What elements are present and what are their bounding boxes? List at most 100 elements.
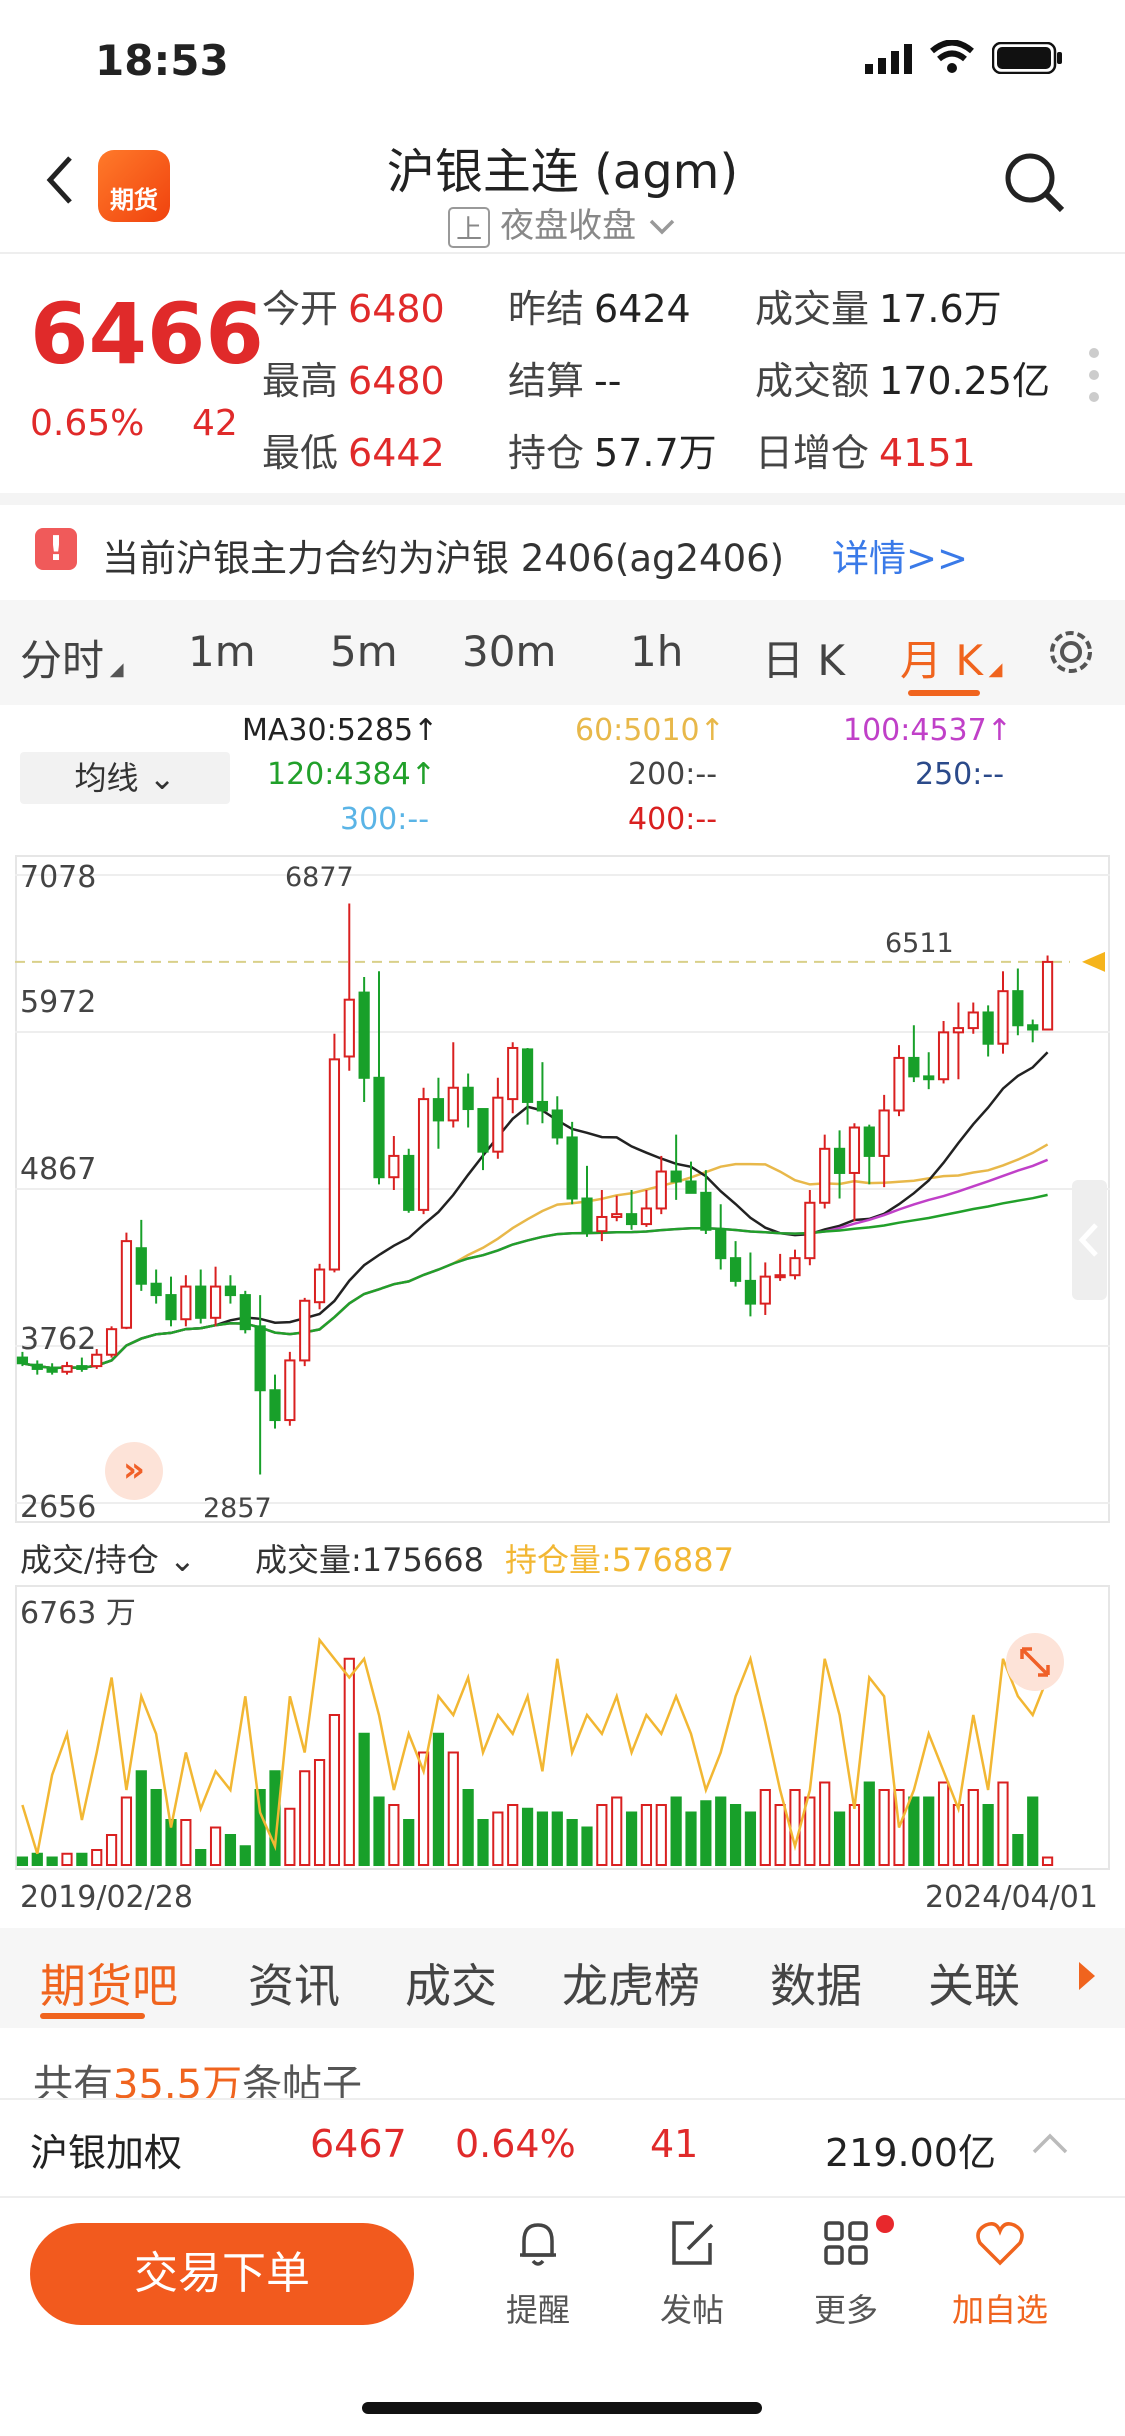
- candle-down: [31, 1363, 43, 1370]
- status-time: 18:53: [95, 36, 229, 85]
- volume-bar-down: [150, 1789, 162, 1866]
- volume-bar-down: [521, 1807, 534, 1866]
- candle-up: [61, 1365, 73, 1373]
- tab-timeshare[interactable]: 分时 ◢: [20, 627, 124, 688]
- volume-bar-up: [611, 1796, 623, 1866]
- weighted-amount: 219.00亿: [825, 2131, 996, 2175]
- volume-bar-down: [833, 1811, 846, 1866]
- search-icon: [1005, 153, 1065, 213]
- candle-up: [967, 1011, 979, 1030]
- candle-up: [492, 1096, 504, 1153]
- compose-icon: [672, 2221, 714, 2265]
- tab-related[interactable]: 关联: [928, 1950, 1020, 2016]
- add-watchlist-button[interactable]: 加自选: [940, 2215, 1060, 2331]
- candle-up: [878, 1109, 890, 1157]
- candle-up: [789, 1257, 801, 1277]
- candle-down: [46, 1367, 58, 1373]
- trade-order-button[interactable]: 交易下单: [30, 2223, 414, 2325]
- volume-bar-up: [61, 1852, 73, 1866]
- tab-news[interactable]: 资讯: [248, 1950, 340, 2016]
- tab-trades[interactable]: 成交: [405, 1950, 497, 2016]
- volume-bar-down: [1027, 1796, 1039, 1866]
- volume-bar-down: [908, 1796, 920, 1866]
- weighted-pct: 0.64%: [455, 2122, 576, 2166]
- more-dots-icon[interactable]: [1086, 345, 1102, 409]
- side-panel-handle[interactable]: [1072, 1180, 1107, 1300]
- tab-30m[interactable]: 30m: [462, 627, 556, 676]
- volume-chart[interactable]: [15, 1585, 1110, 1870]
- ma200-label: 200:--: [628, 757, 718, 792]
- candle-down: [358, 991, 370, 1079]
- weighted-price: 6467: [310, 2122, 407, 2166]
- tab-monthly-k[interactable]: 月 K ◢: [900, 627, 1002, 688]
- tab-1m[interactable]: 1m: [188, 627, 256, 676]
- ma120-label: 120:4384↑: [267, 757, 436, 792]
- last-price-marker: [1082, 951, 1105, 972]
- ma100-line: [22, 1158, 1049, 1370]
- price-axis-label: 5972: [20, 985, 97, 1020]
- candle-up: [893, 1056, 905, 1112]
- volume-bar-down: [358, 1732, 370, 1866]
- battery-icon: [991, 41, 1064, 78]
- quote-turnover: 成交额 170.25亿: [755, 359, 1050, 403]
- candle-up: [640, 1207, 653, 1226]
- end-date: 2024/04/01: [925, 1880, 1098, 1915]
- volume-bar-up: [91, 1849, 103, 1866]
- candle-down: [224, 1285, 237, 1297]
- reminder-button[interactable]: 提醒: [478, 2215, 598, 2331]
- candle-down: [536, 1100, 549, 1112]
- chevron-up-icon[interactable]: [1030, 2130, 1070, 2160]
- ma-selector[interactable]: 均线 ⌄: [20, 752, 230, 804]
- chevron-left-icon: [1078, 1223, 1098, 1257]
- volume-bar-down: [254, 1789, 266, 1866]
- tab-5m[interactable]: 5m: [330, 627, 398, 676]
- volume-bar-up: [848, 1804, 861, 1866]
- volume-bar-up: [952, 1804, 965, 1866]
- volume-bar-up: [878, 1789, 890, 1866]
- price-axis-label: 4867: [20, 1152, 97, 1187]
- candle-up: [655, 1170, 667, 1210]
- fullscreen-button[interactable]: [1006, 1633, 1064, 1691]
- candle-down: [715, 1228, 727, 1260]
- candle-up: [343, 998, 355, 1058]
- candle-up: [848, 1126, 861, 1174]
- search-button[interactable]: [1002, 150, 1068, 220]
- chart-settings-button[interactable]: [1045, 626, 1097, 682]
- volume-bar-down: [403, 1819, 415, 1866]
- volume-value-label: 成交量:175668: [255, 1541, 484, 1579]
- alert-icon: !: [35, 528, 77, 570]
- session-status[interactable]: 上夜盘收盘: [0, 198, 1125, 248]
- candle-up: [596, 1215, 608, 1233]
- compose-post-button[interactable]: 发帖: [632, 2215, 752, 2331]
- bell-icon: [520, 2223, 556, 2266]
- notice-detail-link[interactable]: 详情>>: [832, 528, 968, 582]
- candle-up: [313, 1268, 326, 1304]
- volume-bar-down: [685, 1811, 697, 1866]
- candle-down: [403, 1154, 415, 1211]
- volume-bar-down: [373, 1796, 385, 1866]
- quote-settle: 结算 --: [508, 359, 622, 403]
- candle-up: [180, 1285, 192, 1321]
- volume-bar-up: [774, 1804, 786, 1866]
- tab-1h[interactable]: 1h: [630, 627, 683, 676]
- wifi-icon: [930, 39, 974, 78]
- volume-bar-up: [343, 1657, 355, 1866]
- candle-down: [670, 1170, 682, 1183]
- change-value: 42: [192, 403, 238, 444]
- candle-down: [150, 1282, 162, 1297]
- volume-bar-up: [640, 1804, 653, 1866]
- volume-selector[interactable]: 成交/持仓 ⌄: [20, 1535, 196, 1581]
- candle-down: [462, 1086, 474, 1111]
- tab-dragon-tiger[interactable]: 龙虎榜: [562, 1950, 700, 2016]
- tabs-more-arrow-icon[interactable]: [1075, 1958, 1099, 1998]
- expand-left-icon[interactable]: »: [105, 1442, 163, 1500]
- tab-futures-forum[interactable]: 期货吧: [40, 1950, 178, 2016]
- weighted-name: 沪银加权: [30, 2131, 183, 2175]
- price-axis-label: 2656: [20, 1490, 97, 1525]
- tab-daily-k[interactable]: 日 K: [762, 627, 845, 688]
- candle-up: [284, 1359, 296, 1422]
- tab-data[interactable]: 数据: [770, 1950, 862, 2016]
- candle-down: [566, 1136, 578, 1200]
- candle-down: [982, 1011, 994, 1045]
- candle-down: [254, 1325, 266, 1392]
